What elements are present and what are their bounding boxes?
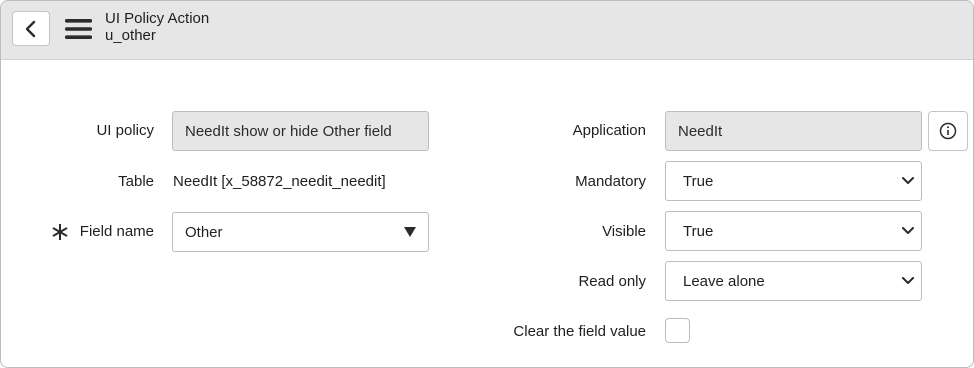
mandatory-label: Mandatory bbox=[575, 173, 646, 190]
header-text: UI Policy Action u_other bbox=[105, 10, 209, 44]
record-name: u_other bbox=[105, 27, 156, 44]
read-only-value: Leave alone bbox=[683, 272, 765, 290]
mandatory-value: True bbox=[683, 172, 714, 190]
ui-policy-field: NeedIt show or hide Other field bbox=[172, 111, 429, 151]
hamburger-menu-icon bbox=[64, 19, 92, 39]
form-header: UI Policy Action u_other bbox=[1, 1, 973, 60]
form-window: UI Policy Action u_other UI policy NeedI… bbox=[0, 0, 974, 368]
clear-field-value-label: Clear the field value bbox=[513, 323, 646, 340]
menu-button[interactable] bbox=[64, 15, 92, 43]
field-name-select[interactable]: Other bbox=[172, 212, 429, 252]
chevron-down-icon bbox=[902, 225, 914, 237]
table-value: NeedIt [x_58872_needit_needit] bbox=[173, 173, 386, 190]
read-only-label: Read only bbox=[578, 273, 646, 290]
visible-label: Visible bbox=[602, 223, 646, 240]
ui-policy-label: UI policy bbox=[96, 122, 154, 139]
triangle-down-icon bbox=[404, 226, 416, 238]
application-field: NeedIt bbox=[665, 111, 922, 151]
ui-policy-value: NeedIt show or hide Other field bbox=[185, 122, 392, 140]
page-title: UI Policy Action bbox=[105, 10, 210, 27]
asterisk-icon bbox=[52, 224, 68, 240]
application-value: NeedIt bbox=[678, 122, 723, 140]
read-only-select[interactable]: Leave alone bbox=[665, 261, 922, 301]
table-label: Table bbox=[118, 173, 154, 190]
application-label: Application bbox=[572, 122, 646, 139]
visible-value: True bbox=[683, 222, 714, 240]
visible-select[interactable]: True bbox=[665, 211, 922, 251]
back-button[interactable] bbox=[12, 11, 50, 46]
info-circle-icon bbox=[939, 122, 957, 140]
field-name-value: Other bbox=[185, 223, 223, 241]
info-button[interactable] bbox=[928, 111, 968, 151]
clear-field-value-checkbox[interactable] bbox=[665, 318, 690, 343]
field-name-label: Field name bbox=[79, 223, 154, 240]
chevron-down-icon bbox=[902, 275, 914, 287]
chevron-down-icon bbox=[902, 175, 914, 187]
mandatory-select[interactable]: True bbox=[665, 161, 922, 201]
chevron-left-icon bbox=[25, 20, 36, 37]
